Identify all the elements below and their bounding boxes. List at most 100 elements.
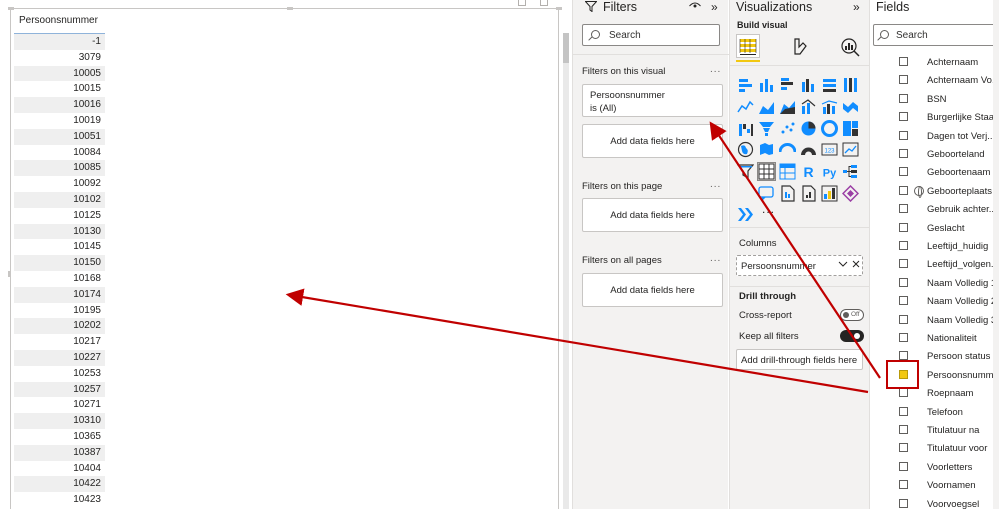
table-row[interactable]: 10387 — [14, 444, 105, 461]
resize-handle[interactable] — [556, 7, 562, 10]
table-row[interactable]: 10005 — [14, 65, 105, 82]
chevron-down-icon[interactable] — [838, 259, 848, 272]
field-checkbox[interactable] — [899, 461, 908, 471]
treemap-icon[interactable] — [842, 120, 859, 137]
collapse-filters-icon[interactable]: » — [711, 0, 718, 14]
field-item[interactable]: Persoon status — [870, 348, 999, 366]
field-item[interactable]: Gebruik achter... — [870, 201, 999, 219]
table-row[interactable]: 10102 — [14, 191, 105, 208]
field-item[interactable]: Achternaam Vo... — [870, 72, 999, 90]
smart-narrative-icon[interactable] — [821, 185, 838, 202]
field-item[interactable]: Naam Volledig 2 — [870, 293, 999, 311]
area-chart-icon[interactable] — [758, 98, 775, 115]
field-item[interactable]: BSN — [870, 91, 999, 109]
add-data-fields-visual[interactable]: Add data fields here — [582, 124, 723, 158]
fields-search-input[interactable]: Search — [873, 24, 999, 46]
key-influencers-icon[interactable] — [758, 185, 775, 202]
field-item[interactable]: Leeftijd_huidig — [870, 238, 999, 256]
clustered-bar-icon[interactable] — [779, 76, 796, 93]
field-item[interactable]: Titulatuur na — [870, 422, 999, 440]
paginated-report-icon[interactable] — [800, 185, 817, 202]
table-row[interactable]: 10310 — [14, 413, 105, 429]
visual-header-focus-icon[interactable] — [540, 0, 548, 6]
table-row[interactable]: 10271 — [14, 397, 105, 413]
field-item[interactable]: Voorvoegsel — [870, 496, 999, 509]
table-row[interactable]: 10084 — [14, 145, 105, 161]
table-row[interactable]: -1 — [14, 34, 105, 50]
field-item[interactable]: Geslacht — [870, 220, 999, 238]
table-row[interactable]: 10174 — [14, 286, 105, 303]
visual-header-filter-icon[interactable] — [518, 0, 526, 6]
table-row[interactable]: 10404 — [14, 461, 105, 477]
field-item[interactable]: Voornamen — [870, 477, 999, 495]
filled-map-icon[interactable] — [758, 141, 775, 158]
add-data-fields-all-pages[interactable]: Add data fields here — [582, 273, 723, 307]
field-checkbox[interactable] — [899, 498, 908, 508]
field-checkbox-checked[interactable] — [899, 369, 908, 379]
power-apps-icon[interactable] — [841, 184, 860, 203]
field-item[interactable]: Telefoon — [870, 404, 999, 422]
report-canvas[interactable]: Persoonsnummer -1 3079 10005 10015 10016 1001… — [0, 0, 572, 509]
field-checkbox[interactable] — [899, 149, 908, 158]
table-row[interactable]: 10016 — [14, 97, 105, 113]
field-item[interactable]: Leeftijd_volgen... — [870, 256, 999, 274]
table-row[interactable]: 10195 — [14, 303, 105, 319]
filter-card-persoonsnummer[interactable]: Persoonsnummer is (All) — [582, 84, 723, 117]
field-checkbox[interactable] — [899, 167, 908, 177]
field-checkbox[interactable] — [899, 112, 908, 122]
field-item[interactable]: Achternaam — [870, 54, 999, 72]
field-checkbox[interactable] — [899, 93, 908, 103]
field-item[interactable]: Geboorteplaats — [870, 183, 999, 201]
kpi-icon[interactable] — [842, 141, 859, 158]
field-checkbox[interactable] — [899, 388, 908, 398]
keep-all-filters-toggle[interactable] — [840, 330, 864, 342]
field-checkbox[interactable] — [899, 75, 908, 85]
ribbon-chart-icon[interactable] — [842, 98, 859, 115]
100-column-icon[interactable] — [842, 76, 859, 93]
field-checkbox[interactable] — [899, 351, 908, 361]
table-icon[interactable] — [757, 162, 776, 181]
analytics-tab[interactable] — [840, 37, 860, 60]
cross-report-toggle[interactable]: Off — [840, 309, 864, 321]
field-checkbox[interactable] — [899, 130, 908, 140]
field-checkbox[interactable] — [899, 57, 908, 66]
more-visuals-icon[interactable]: ... — [762, 202, 775, 216]
waterfall-icon[interactable] — [737, 120, 754, 137]
resize-handle[interactable] — [8, 7, 14, 10]
table-row[interactable]: 10365 — [14, 429, 105, 445]
clustered-column-icon[interactable] — [800, 76, 817, 93]
slicer-icon[interactable] — [736, 163, 755, 180]
table-row[interactable]: 10130 — [14, 223, 105, 240]
remove-field-icon[interactable] — [851, 259, 861, 272]
donut-icon[interactable] — [821, 120, 838, 137]
eye-icon[interactable] — [689, 2, 701, 13]
table-row[interactable]: 10423 — [14, 492, 105, 508]
funnel-icon[interactable] — [758, 120, 775, 137]
line-column-icon[interactable] — [800, 98, 817, 115]
table-row[interactable]: 10168 — [14, 271, 105, 287]
field-checkbox[interactable] — [899, 333, 908, 342]
field-item[interactable]: Geboortenaam — [870, 164, 999, 182]
matrix-icon[interactable] — [779, 163, 796, 180]
field-checkbox[interactable] — [899, 480, 908, 490]
field-item[interactable]: Naam Volledig 1 — [870, 275, 999, 293]
field-checkbox[interactable] — [899, 277, 908, 287]
table-row[interactable]: 10150 — [14, 255, 105, 271]
field-item[interactable]: Roepnaam — [870, 385, 999, 403]
scrollbar-thumb[interactable] — [563, 33, 569, 63]
table-row[interactable]: 10145 — [14, 239, 105, 255]
field-checkbox[interactable] — [899, 204, 908, 214]
more-options-icon[interactable]: ... — [710, 64, 721, 75]
field-checkbox[interactable] — [899, 185, 908, 195]
columns-well-field[interactable]: Persoonsnummer — [736, 255, 863, 276]
table-row[interactable]: 10015 — [14, 81, 105, 97]
field-item[interactable]: Nationaliteit — [870, 330, 999, 348]
stacked-column-icon[interactable] — [758, 76, 775, 93]
add-data-fields-page[interactable]: Add data fields here — [582, 198, 723, 232]
decomposition-tree-icon[interactable] — [842, 163, 859, 180]
more-options-icon[interactable]: ... — [710, 179, 721, 190]
field-checkbox[interactable] — [899, 443, 908, 453]
fields-scrollbar[interactable] — [993, 0, 999, 509]
line-chart-icon[interactable] — [737, 98, 754, 115]
field-item[interactable]: Burgerlijke Staat — [870, 109, 999, 127]
